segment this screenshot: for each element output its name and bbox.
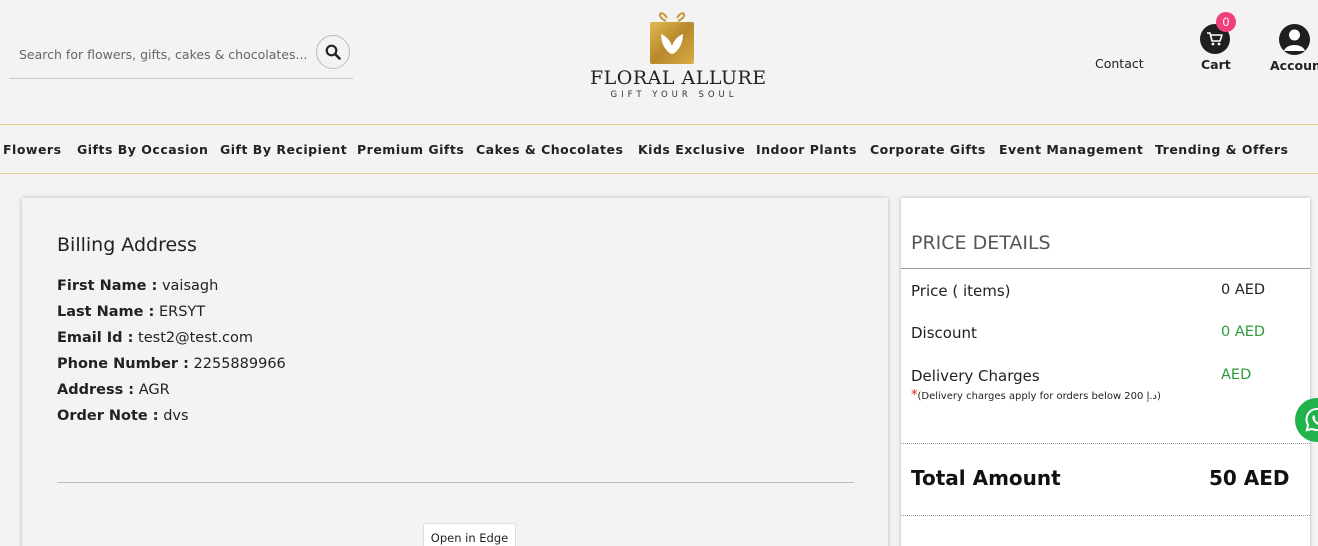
total-amount-value: 50 AED — [1209, 466, 1290, 490]
cart-icon — [1207, 32, 1223, 46]
contact-link[interactable]: Contact — [1095, 56, 1144, 71]
price-details-card: PRICE DETAILS Price ( items) 0 AED Disco… — [901, 198, 1310, 546]
field-label: Last Name : — [57, 304, 155, 320]
field-label: Phone Number : — [57, 356, 189, 372]
nav-item-kids-exclusive[interactable]: Kids Exclusive — [638, 142, 745, 157]
search-bar — [9, 34, 353, 79]
nav-item-gift-by-recipient[interactable]: Gift By Recipient — [220, 142, 347, 157]
field-last-name: Last Name : ERSYT — [57, 304, 205, 320]
site-logo[interactable]: FLORAL ALLURE GIFT YOUR SOUL — [590, 8, 767, 106]
nav-item-trending-offers[interactable]: Trending & Offers — [1155, 142, 1288, 157]
field-address: Address : AGR — [57, 382, 170, 398]
total-divider-bottom — [901, 515, 1310, 516]
nav-item-gifts-by-occasion[interactable]: Gifts By Occasion — [77, 142, 208, 157]
field-value: 2255889966 — [193, 356, 286, 372]
delivery-note: *(Delivery charges apply for orders belo… — [911, 388, 1161, 403]
field-value: test2@test.com — [138, 330, 254, 346]
discount-row-value: 0 AED — [1221, 324, 1266, 340]
search-icon — [325, 44, 341, 60]
price-details-title: PRICE DETAILS — [911, 232, 1051, 254]
delivery-row-value: AED — [1221, 367, 1252, 383]
discount-row-label: Discount — [911, 324, 977, 342]
billing-title: Billing Address — [57, 234, 197, 256]
delivery-row-label: Delivery Charges — [911, 367, 1040, 385]
field-phone: Phone Number : 2255889966 — [57, 356, 286, 372]
open-in-edge-button[interactable]: Open in Edge — [423, 523, 516, 546]
main-nav: Flowers Gifts By Occasion Gift By Recipi… — [0, 124, 1318, 174]
whatsapp-icon — [1305, 407, 1318, 432]
search-button[interactable] — [316, 35, 350, 69]
field-label: Email Id : — [57, 330, 134, 346]
nav-item-event-management[interactable]: Event Management — [999, 142, 1143, 157]
nav-item-corporate-gifts[interactable]: Corporate Gifts — [870, 142, 986, 157]
logo-gift-icon — [650, 12, 694, 64]
field-email: Email Id : test2@test.com — [57, 330, 253, 346]
total-amount-label: Total Amount — [911, 466, 1061, 490]
field-value: dvs — [163, 408, 189, 424]
logo-name: FLORAL ALLURE — [590, 67, 767, 89]
field-label: First Name : — [57, 278, 158, 294]
total-divider-top — [901, 443, 1310, 444]
field-value: ERSYT — [158, 304, 206, 320]
logo-tagline: GIFT YOUR SOUL — [610, 90, 738, 100]
account-link[interactable]: Account — [1270, 58, 1318, 73]
cart-link[interactable]: Cart — [1201, 57, 1231, 72]
field-order-note: Order Note : dvs — [57, 408, 189, 424]
billing-address-card: Billing Address First Name : vaisagh Las… — [22, 198, 888, 546]
price-row-label: Price ( items) — [911, 282, 1011, 300]
field-value: vaisagh — [161, 278, 219, 294]
nav-item-indoor-plants[interactable]: Indoor Plants — [756, 142, 857, 157]
nav-item-flowers[interactable]: Flowers — [3, 142, 62, 157]
site-header: FLORAL ALLURE GIFT YOUR SOUL Contact 0 C… — [0, 0, 1318, 124]
nav-item-cakes-chocolates[interactable]: Cakes & Chocolates — [476, 142, 623, 157]
search-input[interactable] — [19, 44, 309, 64]
field-first-name: First Name : vaisagh — [57, 278, 218, 294]
field-label: Order Note : — [57, 408, 159, 424]
billing-divider — [57, 482, 854, 483]
account-icon — [1284, 29, 1305, 51]
account-button[interactable] — [1279, 24, 1310, 55]
cart-count-badge: 0 — [1216, 12, 1236, 32]
price-row-value: 0 AED — [1221, 282, 1266, 298]
nav-item-premium-gifts[interactable]: Premium Gifts — [357, 142, 464, 157]
field-label: Address : — [57, 382, 135, 398]
delivery-note-text: (Delivery charges apply for orders below… — [917, 391, 1161, 402]
field-value: AGR — [138, 382, 170, 398]
price-details-divider — [901, 268, 1310, 269]
